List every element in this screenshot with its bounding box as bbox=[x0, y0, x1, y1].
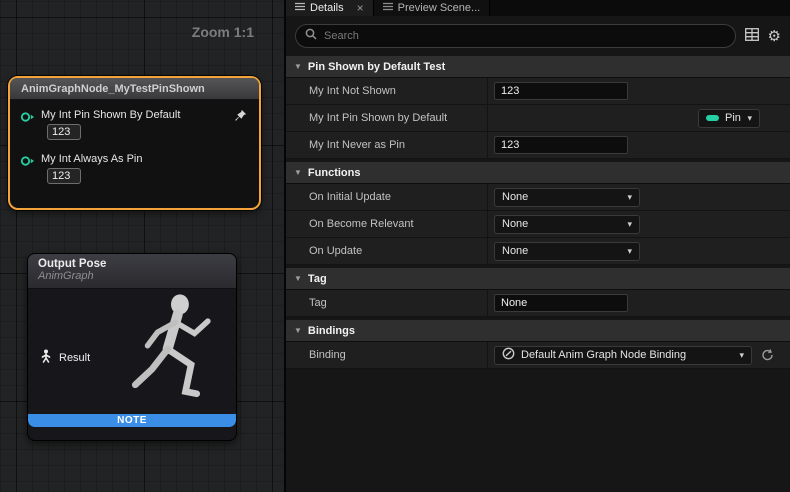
pin-value-input[interactable] bbox=[47, 168, 81, 184]
close-icon[interactable]: × bbox=[357, 2, 364, 14]
my-int-never-as-pin-input[interactable] bbox=[494, 136, 628, 154]
zoom-level-label: Zoom 1:1 bbox=[192, 24, 254, 40]
binding-dropdown[interactable]: Default Anim Graph Node Binding ▾ bbox=[494, 346, 752, 365]
chevron-down-icon[interactable]: ▼ bbox=[294, 168, 302, 177]
on-become-relevant-dropdown[interactable]: None ▾ bbox=[494, 215, 640, 234]
pin-label: My Int Always As Pin bbox=[41, 153, 259, 165]
search-icon bbox=[305, 27, 317, 45]
property-label: Tag bbox=[286, 290, 487, 316]
pin-visibility-icon[interactable] bbox=[234, 109, 247, 127]
node-animgraphnode-mytestpinshown[interactable]: AnimGraphNode_MyTestPinShown My Int Pin … bbox=[8, 76, 261, 210]
category-header[interactable]: ▼ Tag bbox=[286, 268, 790, 290]
settings-gear-icon[interactable]: ⚙ bbox=[768, 29, 781, 44]
chevron-down-icon[interactable]: ▼ bbox=[294, 326, 302, 335]
property-label: On Initial Update bbox=[286, 184, 487, 210]
tab-details[interactable]: Details × bbox=[286, 0, 374, 16]
search-box[interactable] bbox=[295, 24, 736, 48]
details-toolbar: ⚙ bbox=[286, 16, 790, 56]
on-initial-update-dropdown[interactable]: None ▾ bbox=[494, 188, 640, 207]
dropdown-value: None bbox=[502, 191, 528, 203]
int-pin-icon[interactable] bbox=[20, 154, 35, 172]
search-input[interactable] bbox=[324, 30, 726, 42]
pin-icon bbox=[706, 115, 719, 121]
grid-view-icon[interactable] bbox=[745, 28, 759, 44]
row-on-initial-update: On Initial Update None ▾ bbox=[286, 184, 790, 211]
chevron-down-icon: ▾ bbox=[627, 246, 632, 257]
pin-visibility-dropdown[interactable]: Pin ▾ bbox=[698, 109, 760, 128]
category-functions: ▼ Functions On Initial Update None ▾ On … bbox=[286, 162, 790, 265]
pin-label: My Int Pin Shown By Default bbox=[41, 109, 259, 121]
result-pin-label: Result bbox=[59, 352, 90, 364]
node-subtitle: AnimGraph bbox=[38, 270, 226, 282]
category-header[interactable]: ▼ Pin Shown by Default Test bbox=[286, 56, 790, 78]
row-binding: Binding Default Anim Graph Node Binding … bbox=[286, 342, 790, 369]
row-my-int-not-shown: My Int Not Shown bbox=[286, 78, 790, 105]
node-title[interactable]: AnimGraphNode_MyTestPinShown bbox=[10, 78, 259, 100]
pin-value-input[interactable] bbox=[47, 124, 81, 140]
anim-graph-canvas[interactable]: Zoom 1:1 AnimGraphNode_MyTestPinShown My… bbox=[0, 0, 284, 492]
category-header[interactable]: ▼ Functions bbox=[286, 162, 790, 184]
category-bindings: ▼ Bindings Binding Default Anim Graph No… bbox=[286, 320, 790, 369]
node-output-pose[interactable]: Output Pose AnimGraph bbox=[27, 253, 237, 441]
pose-pin-icon[interactable] bbox=[40, 349, 52, 366]
pin-row-my-int-always-as-pin: My Int Always As Pin bbox=[10, 153, 259, 184]
row-tag: Tag bbox=[286, 290, 790, 317]
output-pose-header[interactable]: Output Pose AnimGraph bbox=[28, 254, 236, 289]
output-pose-preview: Result NOTE bbox=[28, 289, 236, 427]
tab-label: Preview Scene... bbox=[398, 2, 481, 14]
row-on-become-relevant: On Become Relevant None ▾ bbox=[286, 211, 790, 238]
property-label: On Update bbox=[286, 238, 487, 264]
my-int-not-shown-input[interactable] bbox=[494, 82, 628, 100]
property-label: Binding bbox=[286, 342, 487, 368]
dropdown-value: None bbox=[502, 218, 528, 230]
property-label: On Become Relevant bbox=[286, 211, 487, 237]
node-title: Output Pose bbox=[38, 258, 226, 270]
tab-preview-scene[interactable]: Preview Scene... bbox=[374, 0, 491, 16]
unreal-editor-window: Zoom 1:1 AnimGraphNode_MyTestPinShown My… bbox=[0, 0, 790, 492]
row-on-update: On Update None ▾ bbox=[286, 238, 790, 265]
property-label: My Int Never as Pin bbox=[286, 132, 487, 158]
binding-icon bbox=[502, 347, 515, 363]
dropdown-value: None bbox=[502, 245, 528, 257]
reset-to-default-icon[interactable] bbox=[761, 349, 774, 361]
category-header[interactable]: ▼ Bindings bbox=[286, 320, 790, 342]
tag-input[interactable] bbox=[494, 294, 628, 312]
row-my-int-pin-shown-by-default: My Int Pin Shown by Default Pin ▾ bbox=[286, 105, 790, 132]
details-panel: Details × Preview Scene... bbox=[284, 0, 790, 492]
tab-label: Details bbox=[310, 2, 344, 14]
category-tag: ▼ Tag Tag bbox=[286, 268, 790, 317]
int-pin-icon[interactable] bbox=[20, 110, 35, 128]
mannequin-preview-image bbox=[112, 291, 230, 430]
preview-scene-tab-icon bbox=[383, 2, 393, 14]
pin-row-my-int-pin-shown-by-default: My Int Pin Shown By Default bbox=[10, 109, 259, 140]
dropdown-value: Default Anim Graph Node Binding bbox=[521, 349, 686, 361]
chevron-down-icon: ▾ bbox=[627, 192, 632, 203]
note-banner[interactable]: NOTE bbox=[28, 414, 236, 427]
on-update-dropdown[interactable]: None ▾ bbox=[494, 242, 640, 261]
tab-bar: Details × Preview Scene... bbox=[286, 0, 790, 16]
chevron-down-icon[interactable]: ▼ bbox=[294, 62, 302, 71]
result-pin[interactable]: Result bbox=[40, 349, 90, 366]
chevron-down-icon: ▾ bbox=[739, 350, 744, 361]
chevron-down-icon: ▾ bbox=[627, 219, 632, 230]
chevron-down-icon: ▾ bbox=[747, 113, 752, 124]
chevron-down-icon[interactable]: ▼ bbox=[294, 274, 302, 283]
property-label: My Int Not Shown bbox=[286, 78, 487, 104]
details-tab-icon bbox=[295, 2, 305, 14]
category-pin-shown-by-default-test: ▼ Pin Shown by Default Test My Int Not S… bbox=[286, 56, 790, 159]
property-label: My Int Pin Shown by Default bbox=[286, 105, 487, 131]
dropdown-value: Pin bbox=[725, 112, 741, 124]
row-my-int-never-as-pin: My Int Never as Pin bbox=[286, 132, 790, 159]
